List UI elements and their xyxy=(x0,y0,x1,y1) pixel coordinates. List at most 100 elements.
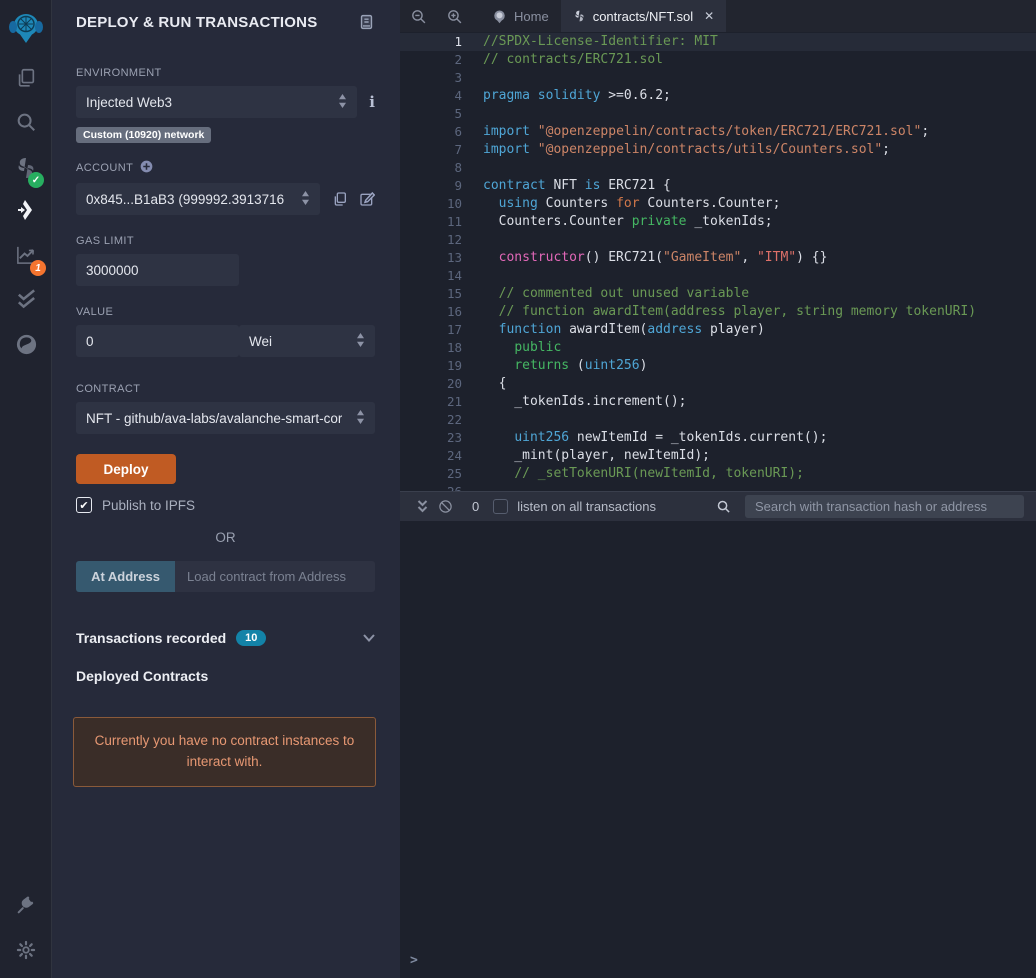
deploy-button[interactable]: Deploy xyxy=(76,454,176,484)
solidity-file-icon xyxy=(575,10,584,22)
zoom-in-icon[interactable] xyxy=(436,0,472,32)
no-instances-alert: Currently you have no contract instances… xyxy=(73,717,376,787)
code-line: 3 xyxy=(400,69,1036,87)
deploy-run-icon[interactable] xyxy=(0,194,52,226)
code-line: 17 function awardItem(address player) xyxy=(400,321,1036,339)
analytics-count-badge: 1 xyxy=(30,260,46,276)
code-line: 1//SPDX-License-Identifier: MIT xyxy=(400,33,1036,51)
code-editor[interactable]: 1//SPDX-License-Identifier: MIT 2// contr… xyxy=(400,32,1036,491)
plugin-circle-icon[interactable] xyxy=(0,328,52,360)
terminal-bar: 0 listen on all transactions xyxy=(400,490,1036,521)
deploy-run-panel: DEPLOY & RUN TRANSACTIONS ENVIRONMENT In… xyxy=(52,0,400,978)
listen-transactions-checkbox[interactable] xyxy=(493,498,509,514)
search-icon[interactable] xyxy=(0,106,52,138)
line-number: 17 xyxy=(446,322,462,337)
clear-console-icon[interactable] xyxy=(432,499,458,514)
line-number: 9 xyxy=(454,178,462,193)
code-line: 24 _mint(player, newItemId); xyxy=(400,447,1036,465)
code-line: 11 Counters.Counter private _tokenIds; xyxy=(400,213,1036,231)
copy-account-icon[interactable] xyxy=(332,191,348,207)
line-number: 12 xyxy=(446,232,462,247)
unit-testing-icon[interactable] xyxy=(0,282,52,314)
line-number: 2 xyxy=(454,52,462,67)
line-number: 25 xyxy=(446,466,462,481)
code-line: 22 xyxy=(400,411,1036,429)
pending-tx-count: 0 xyxy=(472,498,480,514)
home-tab-icon xyxy=(494,10,505,23)
code-lines: 1//SPDX-License-Identifier: MIT 2// contr… xyxy=(400,33,1036,491)
settings-gear-icon[interactable] xyxy=(0,934,52,966)
code-line: 20 { xyxy=(400,375,1036,393)
account-value: 0x845...B1aB3 (999992.3913716 xyxy=(86,191,285,207)
line-number: 16 xyxy=(446,304,462,319)
listen-transactions-label: listen on all transactions xyxy=(517,498,656,514)
terminal-search-input[interactable] xyxy=(745,494,1024,518)
line-number: 23 xyxy=(446,430,462,445)
line-number: 19 xyxy=(446,358,462,373)
code-line: 21 _tokenIds.increment(); xyxy=(400,393,1036,411)
close-tab-icon[interactable]: ✕ xyxy=(704,9,714,23)
editor-tabbar: Home contracts/NFT.sol ✕ xyxy=(400,0,1036,32)
value-unit-select[interactable]: Wei xyxy=(239,325,375,357)
solidity-compiler-icon[interactable]: ✓ xyxy=(0,152,52,188)
remix-ide-window: ✓ 1 DEPLOY & RUN TRANSACTIONS ENVIRONMEN… xyxy=(0,0,1036,978)
publish-ipfs-checkbox[interactable]: ✔ xyxy=(76,497,92,513)
environment-info-icon[interactable]: i xyxy=(369,93,375,111)
account-select[interactable]: 0x845...B1aB3 (999992.3913716 xyxy=(76,183,320,215)
code-line: 5 xyxy=(400,105,1036,123)
analytics-icon[interactable]: 1 xyxy=(0,238,52,276)
code-line: 14 xyxy=(400,267,1036,285)
home-tab-label: Home xyxy=(514,8,549,24)
code-line: 9 contract NFT is ERC721 { xyxy=(400,177,1036,195)
line-number: 10 xyxy=(446,196,462,211)
contract-select[interactable]: NFT - github/ava-labs/avalanche-smart-co… xyxy=(76,402,375,434)
contract-value: NFT - github/ava-labs/avalanche-smart-co… xyxy=(86,410,343,426)
account-label-row: ACCOUNT xyxy=(76,160,375,176)
gas-limit-label: GAS LIMIT xyxy=(76,235,134,247)
load-contract-address-input[interactable] xyxy=(175,561,375,592)
code-line: 13 constructor() ERC721("GameItem", "ITM… xyxy=(400,249,1036,267)
line-number: 24 xyxy=(446,448,462,463)
line-number: 5 xyxy=(454,106,462,121)
file-tab-label: contracts/NFT.sol xyxy=(592,8,694,24)
line-number: 26 xyxy=(400,483,462,491)
code-line: 15 // commented out unused variable xyxy=(400,285,1036,303)
plugin-manager-icon[interactable] xyxy=(0,889,52,921)
code-line: 10 using Counters for Counters.Counter; xyxy=(400,195,1036,213)
tab-nft-sol[interactable]: contracts/NFT.sol ✕ xyxy=(560,0,727,32)
line-number: 21 xyxy=(446,394,462,409)
expand-terminal-icon[interactable] xyxy=(412,499,432,513)
panel-title: DEPLOY & RUN TRANSACTIONS xyxy=(76,13,318,31)
zoom-out-icon[interactable] xyxy=(400,0,436,32)
select-arrows-icon xyxy=(338,93,347,111)
select-arrows-icon xyxy=(356,332,365,350)
terminal-body[interactable]: > xyxy=(400,520,1036,978)
value-input[interactable] xyxy=(76,325,239,357)
line-number: 22 xyxy=(446,412,462,427)
code-line: 8 xyxy=(400,159,1036,177)
line-number: 14 xyxy=(446,268,462,283)
icon-rail: ✓ 1 xyxy=(0,0,52,978)
chevron-down-icon[interactable] xyxy=(363,629,375,647)
line-number: 18 xyxy=(446,340,462,355)
gas-limit-input[interactable] xyxy=(76,254,239,286)
line-number: 20 xyxy=(446,376,462,391)
code-line: 7 import "@openzeppelin/contracts/utils/C… xyxy=(400,141,1036,159)
add-account-icon[interactable] xyxy=(140,160,153,176)
environment-select[interactable]: Injected Web3 xyxy=(76,86,358,118)
line-number: 1 xyxy=(454,34,462,49)
at-address-button[interactable]: At Address xyxy=(76,561,175,592)
docs-icon[interactable] xyxy=(358,13,375,31)
code-line: 26 xyxy=(400,483,1036,491)
remix-logo-icon[interactable] xyxy=(0,6,52,50)
tab-home[interactable]: Home xyxy=(480,0,561,32)
main-area: Home contracts/NFT.sol ✕ 1//SPDX-License… xyxy=(400,0,1036,978)
publish-ipfs-label: Publish to IPFS xyxy=(102,497,196,513)
terminal-prompt: > xyxy=(410,953,418,968)
file-explorer-icon[interactable] xyxy=(0,62,52,94)
select-arrows-icon xyxy=(301,190,310,208)
code-line: 19 returns (uint256) xyxy=(400,357,1036,375)
sign-message-icon[interactable] xyxy=(359,191,375,207)
account-label: ACCOUNT xyxy=(76,162,134,174)
line-number: 13 xyxy=(446,250,462,265)
